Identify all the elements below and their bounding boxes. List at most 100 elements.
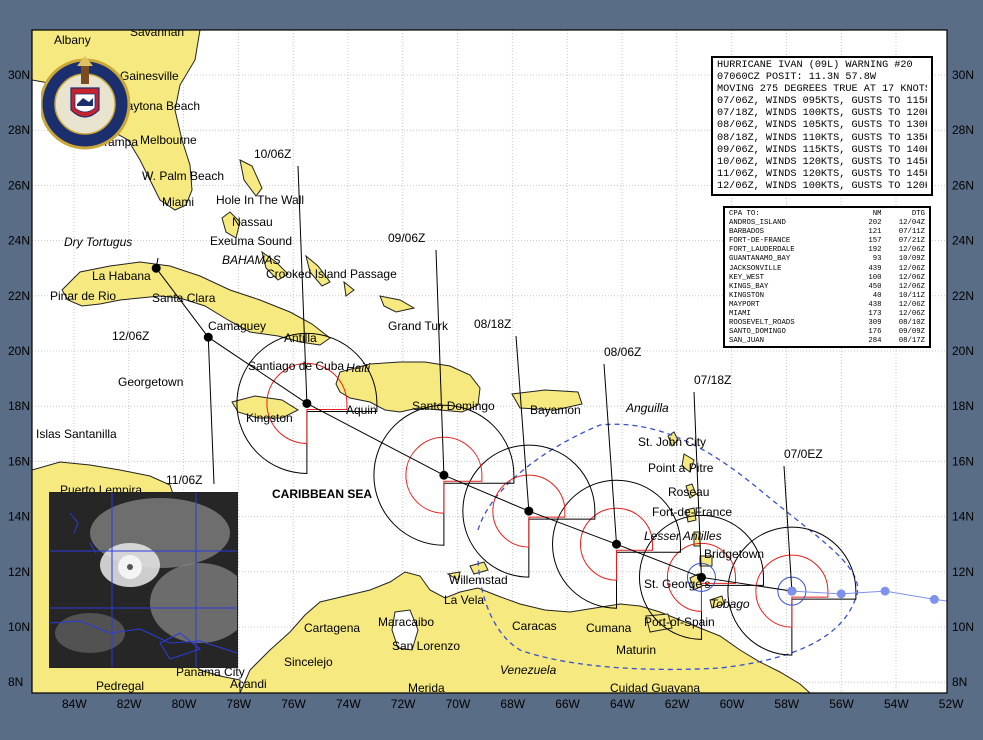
lat-label-left: 16N	[8, 454, 30, 468]
lat-label-left: 10N	[8, 620, 30, 634]
place-label-pedregal: Pedregal	[96, 679, 144, 693]
place-label-acandi: Acandi	[230, 677, 267, 691]
place-label-camaguey: Camaguey	[208, 319, 266, 333]
cpa-row: ANDROS_ISLAND 202 12/04Z	[729, 219, 925, 228]
cpa-dtg: 12/06Z	[898, 264, 926, 273]
warning-line: 11/06Z, WINDS 120KTS, GUSTS TO 145KTS	[717, 168, 927, 180]
past-track-marker	[880, 586, 890, 596]
place-label-santiago-de-cuba: Santiago de Cuba	[248, 359, 344, 373]
cpa-distance-nm: 439	[868, 264, 882, 273]
place-label-point-a-pitre: Point a Pitre	[648, 461, 714, 475]
place-label-grand-turk: Grand Turk	[388, 319, 449, 333]
cpa-distance-nm: 100	[868, 273, 882, 282]
cpa-dtg: 12/06Z	[898, 310, 926, 319]
cpa-distance-nm: 40	[872, 291, 882, 300]
place-label-pinar-de-rio: Pinar de Rio	[50, 289, 116, 303]
place-label-exeuma-sound: Exeuma Sound	[210, 234, 292, 248]
cpa-dtg: 12/06Z	[898, 273, 926, 282]
warning-line: 07/18Z, WINDS 100KTS, GUSTS TO 120KTS	[717, 108, 927, 120]
place-label-st-george-s: St. George's	[644, 577, 710, 591]
place-label-maturin: Maturin	[616, 643, 656, 657]
cpa-distance-nm: 93	[872, 255, 882, 264]
lat-label-right: 16N	[952, 454, 974, 468]
track-point-label: 08/06Z	[604, 345, 641, 359]
lat-label-right: 26N	[952, 178, 974, 192]
place-label-anguilla: Anguilla	[625, 401, 669, 415]
past-track-marker	[929, 594, 939, 604]
place-label-bridgetown: Bridgetown	[704, 547, 764, 561]
cpa-row: FORT_LAUDERDALE 192 12/06Z	[729, 246, 925, 255]
track-point-label: 08/18Z	[474, 317, 511, 331]
place-label-santa-clara: Santa Clara	[152, 291, 216, 305]
cpa-header-row: CPA TO: NM DTG	[729, 210, 925, 219]
lat-label-left: 30N	[8, 68, 30, 82]
lon-label: 80W	[172, 697, 197, 711]
lon-label: 70W	[446, 697, 471, 711]
cpa-dtg: 12/06Z	[898, 282, 926, 291]
lat-label-left: 8N	[8, 675, 23, 689]
lat-label-right: 10N	[952, 620, 974, 634]
cpa-row: KEY_WEST 100 12/06Z	[729, 274, 925, 283]
lon-label: 54W	[884, 697, 909, 711]
navy-meteorology-logo	[39, 28, 131, 155]
lon-label: 52W	[939, 697, 964, 711]
place-label-w-palm-beach: W. Palm Beach	[142, 169, 224, 183]
cpa-table: CPA TO: NM DTG ANDROS_ISLAND 202 12/04Z BAR…	[723, 206, 931, 348]
track-point-label: 10/06Z	[254, 147, 291, 161]
lat-label-right: 18N	[952, 399, 974, 413]
lat-label-left: 14N	[8, 510, 30, 524]
place-label-kingston: Kingston	[246, 411, 293, 425]
cpa-distance-nm: 173	[868, 310, 882, 319]
cpa-distance-nm: 309	[868, 319, 882, 328]
track-point-marker	[203, 332, 213, 342]
lat-label-right: 12N	[952, 565, 974, 579]
cpa-distance-nm: 438	[868, 300, 882, 309]
track-point-marker	[524, 506, 534, 516]
cpa-dtg: 12/06Z	[898, 246, 926, 255]
cpa-header-dtg: DTG	[911, 210, 926, 218]
lat-label-left: 18N	[8, 399, 30, 413]
warning-line: 07060CZ POSIT: 11.3N 57.8W	[717, 72, 876, 84]
place-label-cumana: Cumana	[586, 621, 632, 635]
cpa-row: KINGS_BAY 450 12/06Z	[729, 283, 925, 292]
place-label-hole-in-the-wall: Hole In The Wall	[216, 193, 304, 207]
lon-label: 76W	[281, 697, 306, 711]
track-point-marker	[439, 470, 449, 480]
cpa-header-name: CPA TO:	[729, 210, 760, 218]
track-point-label: 11/06Z	[166, 473, 202, 487]
cpa-location: KINGSTON	[729, 291, 765, 300]
cpa-location: KINGS_BAY	[729, 282, 769, 291]
lon-label: 58W	[774, 697, 799, 711]
track-point-label: 09/06Z	[388, 231, 425, 245]
lat-label-left: 24N	[8, 234, 30, 248]
cpa-dtg: 08/17Z	[898, 337, 926, 346]
place-label-daytona-beach: Daytona Beach	[118, 99, 200, 113]
warning-line: 08/06Z, WINDS 105KTS, GUSTS TO 130KTS	[717, 120, 927, 132]
cpa-dtg: 07/21Z	[898, 237, 926, 246]
cpa-row: ROOSEVELT_ROADS 309 08/10Z	[729, 319, 925, 328]
place-label-caracas: Caracas	[512, 619, 557, 633]
track-point-label: 07/0EZ	[784, 447, 823, 461]
cpa-location: FORT_LAUDERDALE	[729, 246, 795, 255]
place-label-maracaibo: Maracaibo	[378, 615, 434, 629]
lon-label: 56W	[829, 697, 854, 711]
warning-line: 09/06Z, WINDS 115KTS, GUSTS TO 140KTS	[717, 144, 927, 156]
cpa-location: GUANTANAMO_BAY	[729, 255, 791, 264]
cpa-header-nm: NM	[872, 210, 882, 218]
cpa-location: MIAMI	[729, 310, 751, 319]
past-track-marker	[787, 586, 797, 596]
cpa-distance-nm: 202	[868, 219, 882, 228]
lon-label: 78W	[226, 697, 251, 711]
cpa-distance-nm: 176	[868, 328, 882, 337]
place-label-la-vela: La Vela	[444, 593, 484, 607]
cpa-location: FORT-DE-FRANCE	[729, 237, 791, 246]
cpa-location: JACKSONVILLE	[729, 264, 782, 273]
place-label-savannah: Savannah	[130, 25, 184, 39]
past-track-marker	[836, 589, 846, 599]
cpa-dtg: 09/09Z	[898, 328, 926, 337]
place-label-miami: Miami	[162, 195, 194, 209]
place-label-port-of-spain: Port-of-Spain	[644, 615, 715, 629]
lat-label-left: 22N	[8, 289, 30, 303]
lat-label-left: 26N	[8, 178, 30, 192]
cpa-row: MIAMI 173 12/06Z	[729, 310, 925, 319]
